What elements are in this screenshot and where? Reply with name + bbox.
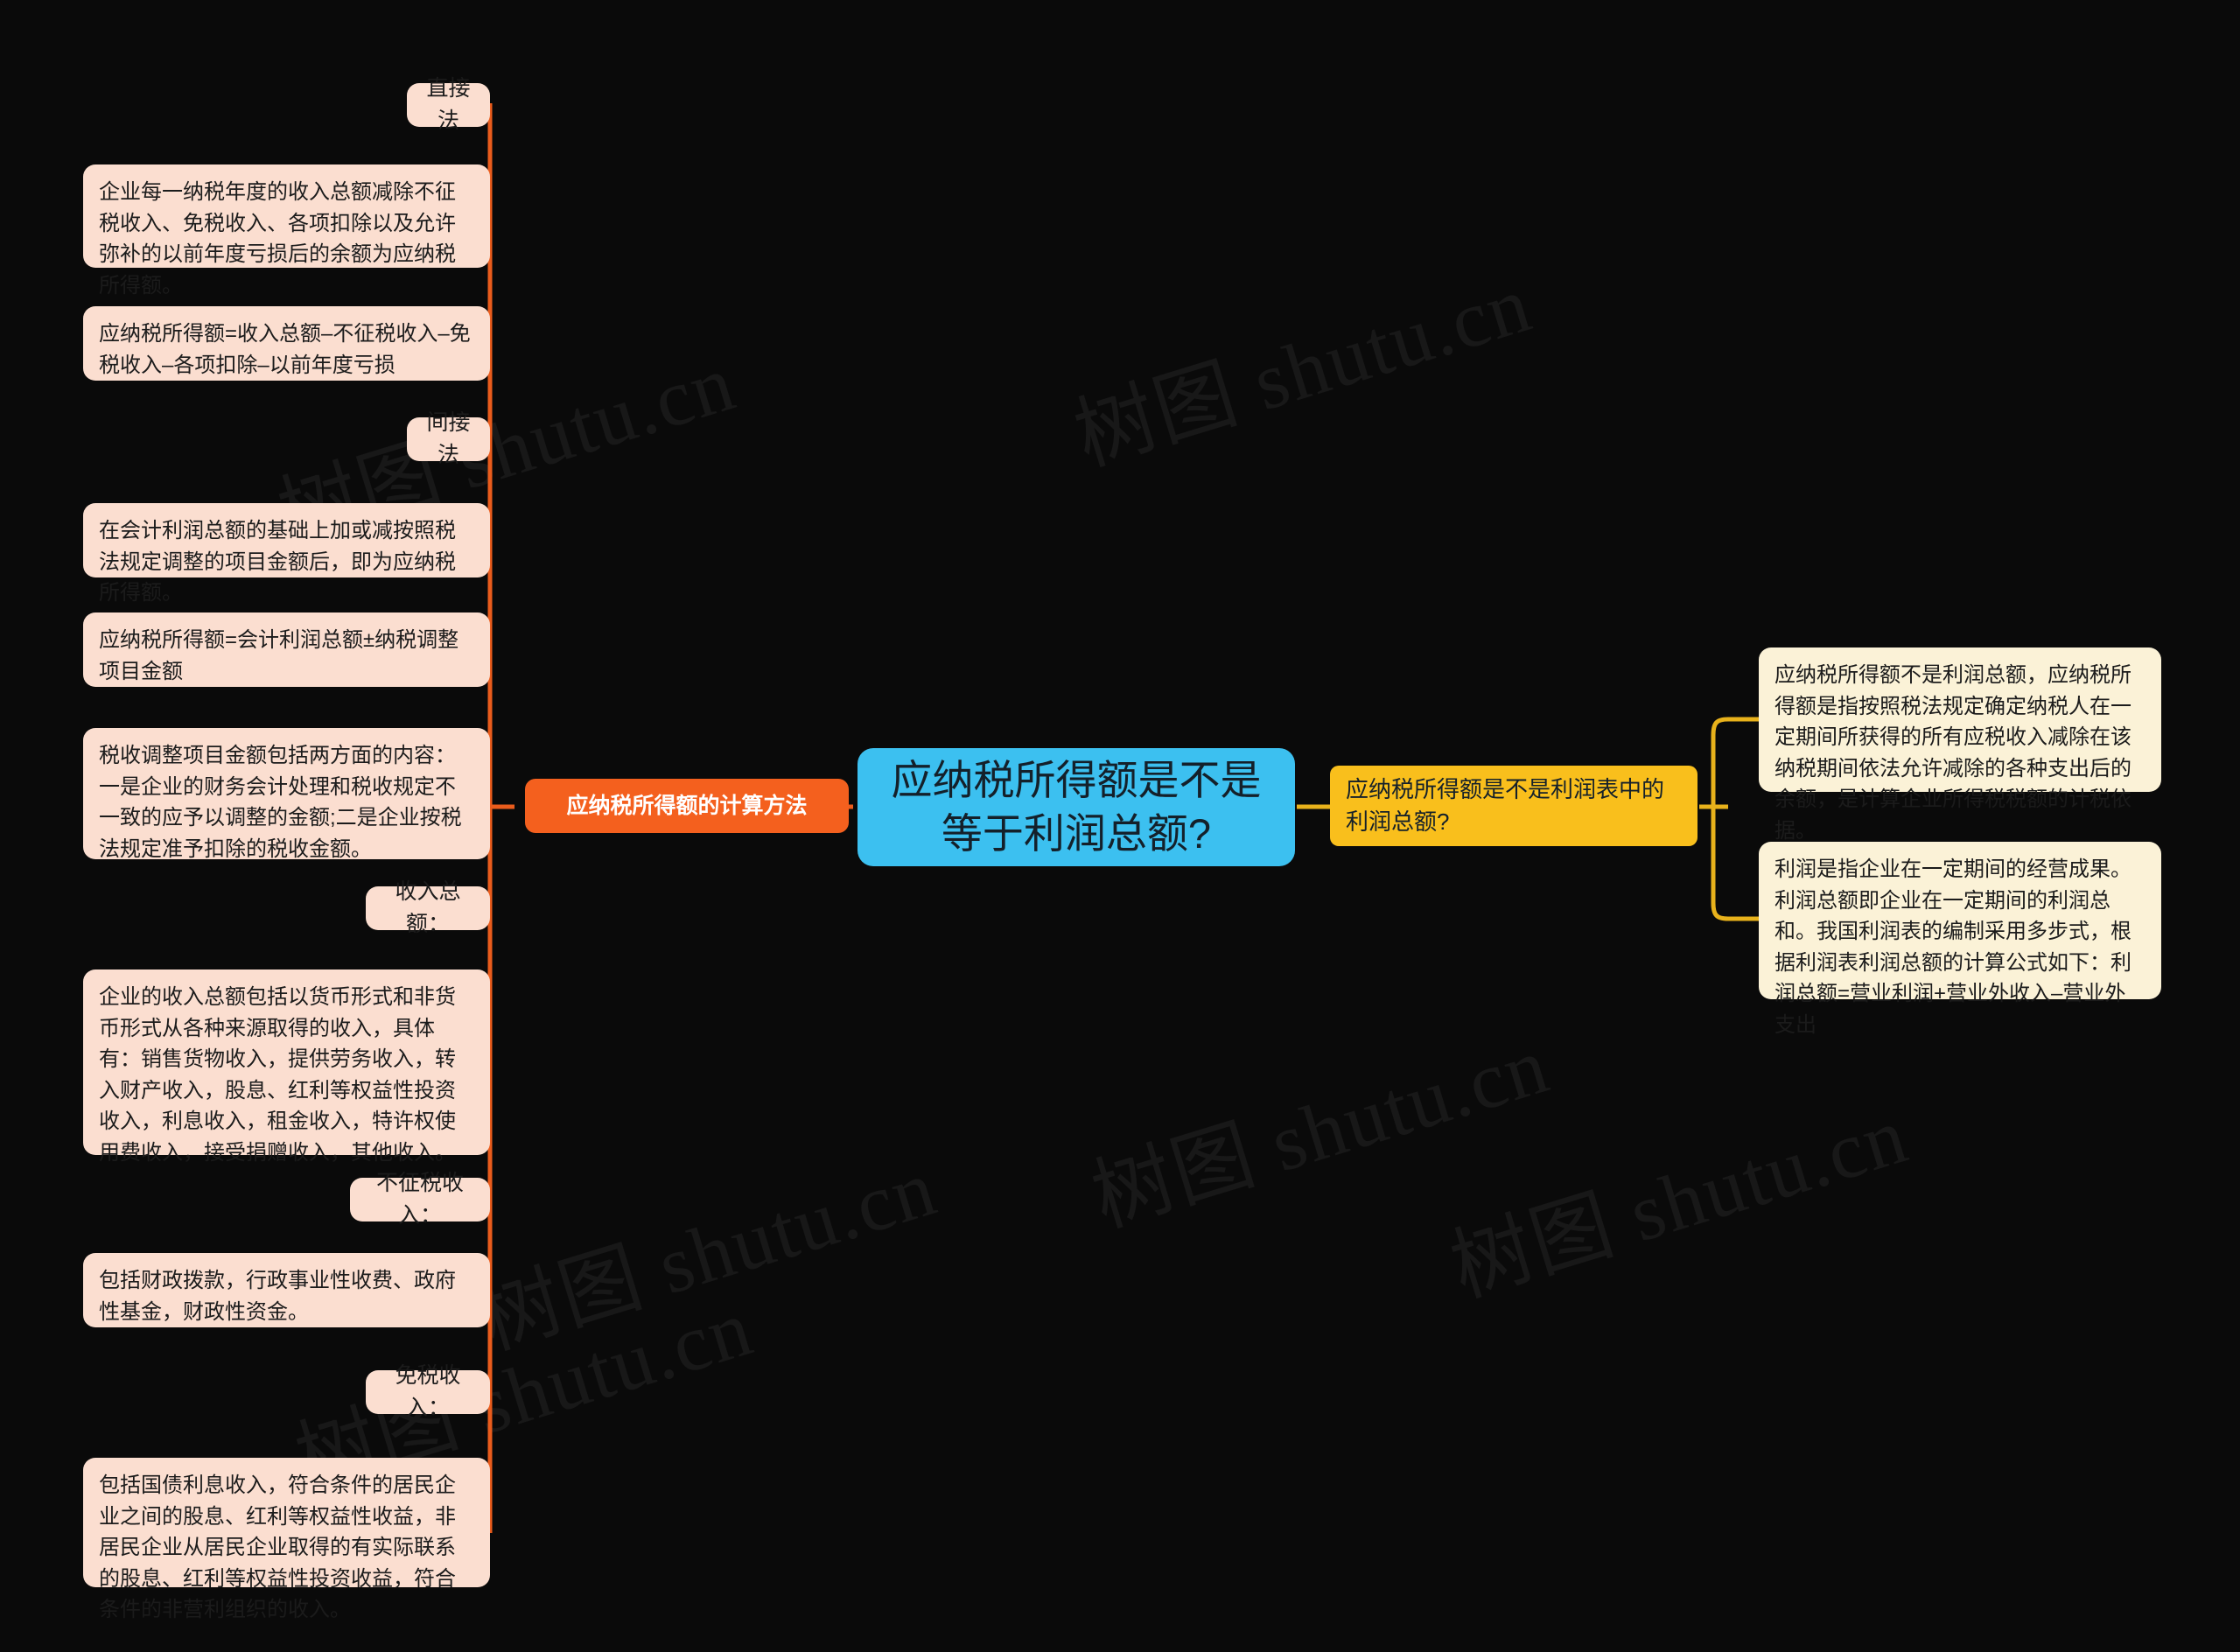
left-leaf-detail[interactable]: 企业每一纳税年度的收入总额减除不征税收入、免税收入、各项扣除以及允许弥补的以前年…: [83, 164, 490, 298]
left-branch-node[interactable]: 应纳税所得额的计算方法: [525, 779, 849, 833]
left-leaf-topic[interactable]: 不征税收入：: [350, 1171, 490, 1228]
right-leaf-detail[interactable]: 利润是指企业在一定期间的经营成果。利润总额即企业在一定期间的利润总和。我国利润表…: [1759, 842, 2161, 1037]
left-leaf-detail[interactable]: 应纳税所得额=收入总额–不征税收入–免税收入–各项扣除–以前年度亏损: [83, 306, 490, 381]
left-leaf-detail[interactable]: 包括国债利息收入，符合条件的居民企业之间的股息、红利等权益性收益，非居民企业从居…: [83, 1458, 490, 1621]
center-node[interactable]: 应纳税所得额是不是等于利润总额?: [858, 748, 1295, 866]
left-leaf-detail[interactable]: 应纳税所得额=会计利润总额±纳税调整项目金额: [83, 612, 490, 687]
left-leaf-detail[interactable]: 企业的收入总额包括以货币形式和非货币形式从各种来源取得的收入，具体有：销售货物收…: [83, 970, 490, 1165]
left-leaf-topic[interactable]: 收入总额：: [366, 879, 490, 936]
right-branch-node[interactable]: 应纳税所得额是不是利润表中的利润总额?: [1330, 766, 1698, 846]
watermark: 树图 shutu.cn: [1065, 258, 1542, 482]
mindmap-canvas: 树图 shutu.cn 树图 shutu.cn 树图 shutu.cn 树图 s…: [0, 0, 2240, 1652]
left-leaf-topic[interactable]: 间接法: [407, 410, 490, 467]
left-leaf-detail[interactable]: 包括财政拨款，行政事业性收费、政府性基金，财政性资金。: [83, 1253, 490, 1327]
left-leaf-topic[interactable]: 直接法: [407, 76, 490, 133]
right-leaf-detail[interactable]: 应纳税所得额不是利润总额，应纳税所得额是指按照税法规定确定纳税人在一定期间所获得…: [1759, 648, 2161, 843]
left-leaf-topic[interactable]: 免税收入：: [366, 1363, 490, 1420]
left-leaf-detail[interactable]: 在会计利润总额的基础上加或减按照税法规定调整的项目金额后，即为应纳税所得额。: [83, 503, 490, 605]
left-leaf-detail[interactable]: 税收调整项目金额包括两方面的内容：一是企业的财务会计处理和税收规定不一致的应予以…: [83, 728, 490, 861]
